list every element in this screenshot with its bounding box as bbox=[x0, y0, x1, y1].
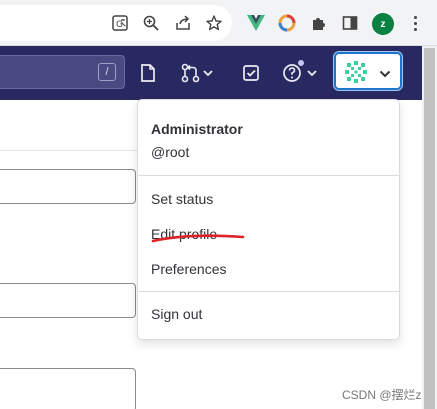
sign-out-item[interactable]: Sign out bbox=[151, 306, 202, 322]
app-navbar: / bbox=[0, 46, 422, 100]
search-shortcut-key: / bbox=[98, 63, 116, 81]
star-icon[interactable] bbox=[204, 13, 224, 33]
side-panel-icon[interactable] bbox=[340, 13, 360, 33]
translate-icon[interactable]: G bbox=[110, 13, 130, 33]
form-field[interactable] bbox=[0, 368, 136, 409]
user-username: @root bbox=[151, 144, 190, 160]
user-avatar-icon bbox=[343, 59, 369, 90]
issues-icon[interactable] bbox=[139, 62, 157, 84]
share-icon[interactable] bbox=[173, 13, 193, 33]
user-menu-button[interactable] bbox=[334, 52, 402, 90]
scrollbar-thumb[interactable] bbox=[424, 48, 435, 409]
menu-divider bbox=[138, 291, 399, 292]
search-input[interactable]: / bbox=[0, 55, 125, 89]
set-status-item[interactable]: Set status bbox=[151, 191, 213, 207]
menu-divider bbox=[138, 175, 399, 176]
color-extension-icon[interactable] bbox=[277, 13, 297, 33]
form-field[interactable] bbox=[0, 283, 136, 318]
user-menu-dropdown: Administrator @root Set status Edit prof… bbox=[137, 99, 400, 340]
browser-toolbar: G z bbox=[0, 0, 437, 46]
more-icon[interactable] bbox=[409, 13, 421, 33]
puzzle-icon[interactable] bbox=[309, 13, 329, 33]
form-field[interactable] bbox=[0, 169, 136, 204]
vue-extension-icon[interactable] bbox=[246, 13, 266, 33]
preferences-item[interactable]: Preferences bbox=[151, 261, 226, 277]
user-display-name: Administrator bbox=[151, 121, 243, 137]
merge-request-icon[interactable] bbox=[181, 62, 215, 84]
section-divider bbox=[0, 150, 137, 151]
notification-dot bbox=[297, 59, 305, 67]
profile-icon[interactable]: z bbox=[372, 13, 394, 35]
chevron-down-icon bbox=[379, 66, 391, 84]
svg-text:G: G bbox=[116, 20, 123, 30]
watermark: CSDN @摆烂z bbox=[342, 388, 422, 402]
annotation-underline bbox=[151, 234, 245, 243]
zoom-icon[interactable] bbox=[141, 13, 161, 33]
todo-icon[interactable] bbox=[242, 62, 260, 84]
